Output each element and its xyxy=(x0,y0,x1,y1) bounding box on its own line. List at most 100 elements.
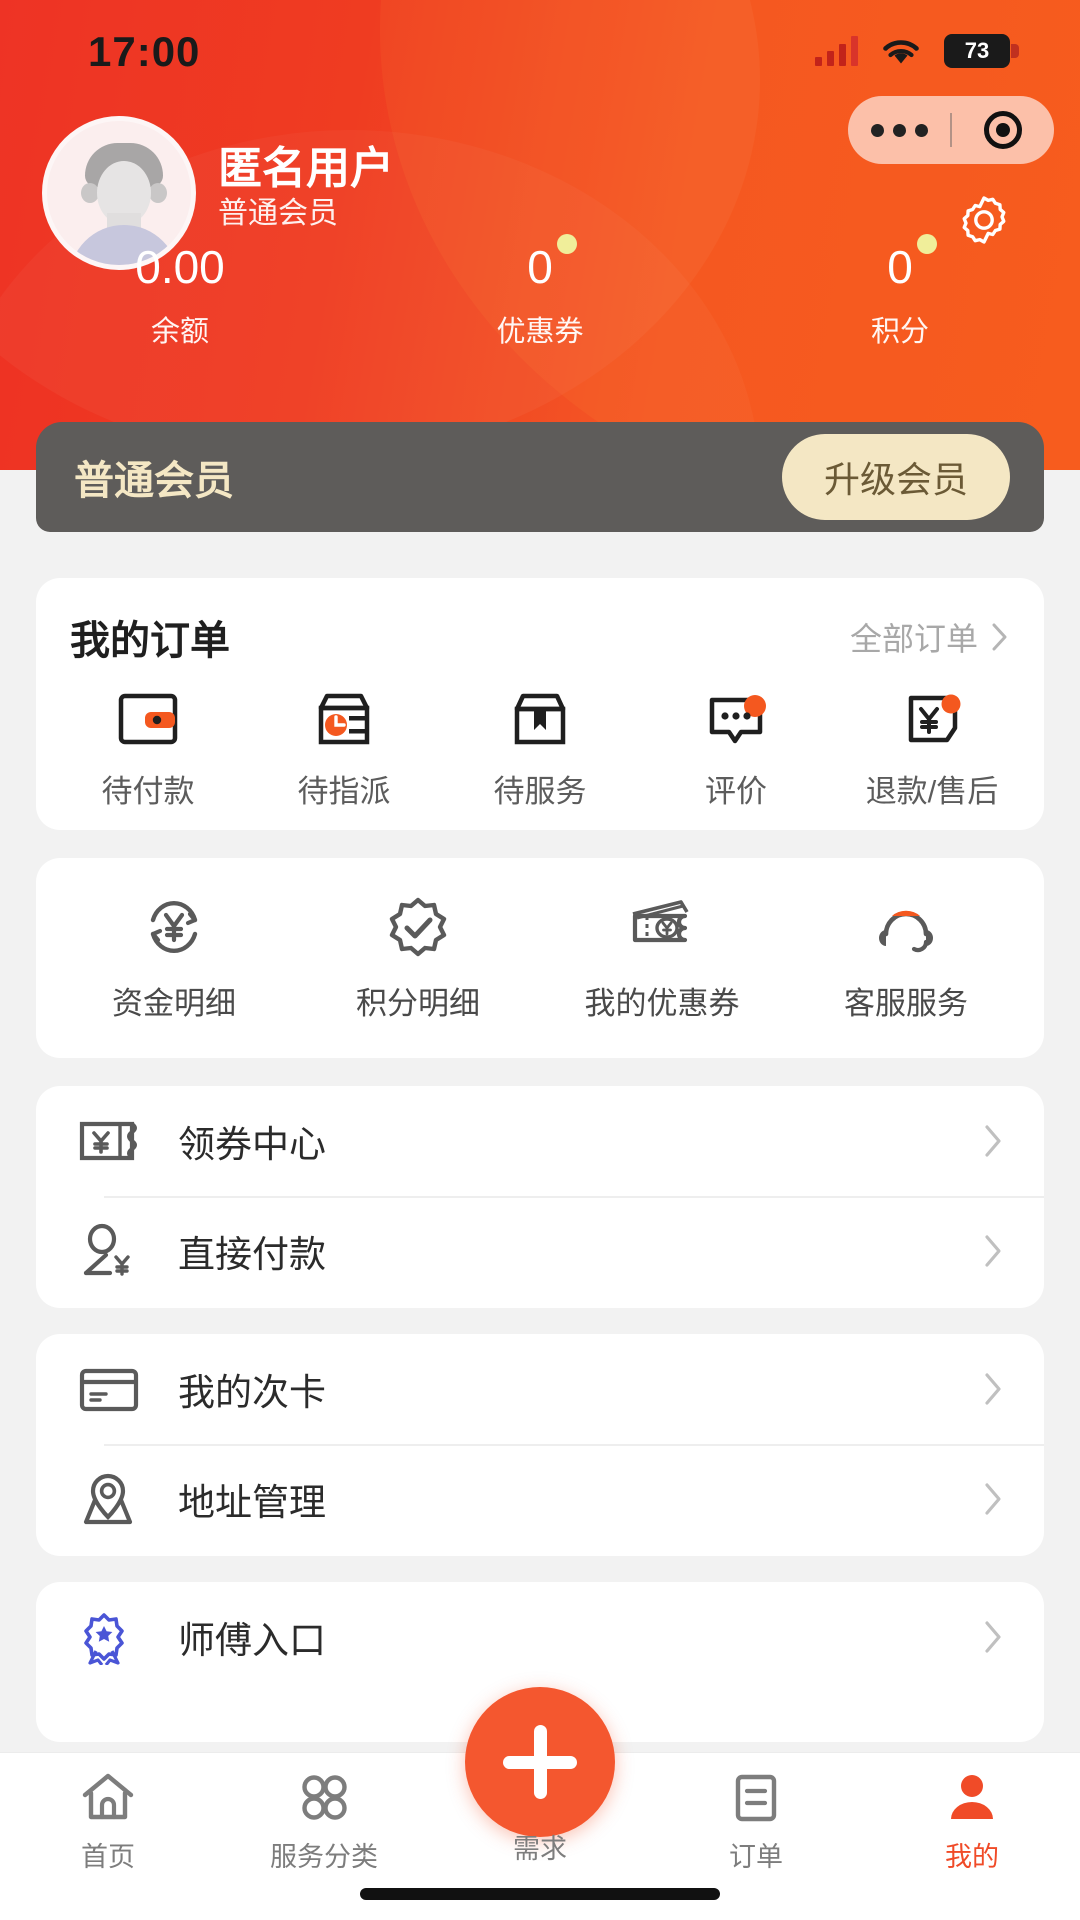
miniapp-capsule[interactable] xyxy=(848,96,1054,164)
app-screen: 17:00 73 匿名用户 普通会员 0.00 余额 0 优惠券 0 积分 普通… xyxy=(0,0,1080,1920)
badge-check-icon xyxy=(389,897,447,957)
service-fund-detail[interactable]: 资金明细 xyxy=(52,894,296,1023)
chevron-right-icon xyxy=(982,1371,1004,1407)
service-label: 我的优惠券 xyxy=(584,986,740,1021)
bottom-tab-bar: 首页 服务分类 需求 订单 我的 xyxy=(0,1687,1080,1920)
service-customer-support[interactable]: 客服服务 xyxy=(784,894,1028,1023)
stat-points-value: 0 xyxy=(887,241,913,293)
menu-item-master-entry[interactable]: 师傅入口 xyxy=(36,1582,1044,1692)
my-orders-header: 我的订单 全部订单 xyxy=(36,578,1044,666)
service-label: 资金明细 xyxy=(112,986,236,1021)
wifi-icon xyxy=(880,36,922,66)
menu-card-1: 领券中心 直接付款 xyxy=(36,1086,1044,1308)
tab-label: 首页 xyxy=(81,1842,135,1872)
headset-support-icon xyxy=(879,910,933,953)
card-icon xyxy=(76,1363,152,1415)
chevron-right-icon xyxy=(982,1233,1004,1269)
stats-row: 0.00 余额 0 优惠券 0 积分 xyxy=(0,234,1080,350)
home-icon xyxy=(82,1773,134,1820)
chevron-right-icon xyxy=(982,1481,1004,1517)
service-points-detail[interactable]: 积分明细 xyxy=(296,894,540,1023)
stat-coupon-label: 优惠券 xyxy=(496,316,584,348)
target-circle-icon[interactable] xyxy=(952,111,1054,149)
tab-orders[interactable]: 订单 xyxy=(648,1769,864,1874)
stat-points[interactable]: 0 积分 xyxy=(720,234,1080,350)
stat-balance-label: 余额 xyxy=(150,316,209,348)
all-orders-link[interactable]: 全部订单 xyxy=(850,614,1010,660)
order-status-pending-assign[interactable]: 待指派 xyxy=(246,688,442,811)
avatar-ear-right xyxy=(149,183,167,203)
package-bookmark-icon xyxy=(514,693,566,745)
tab-label: 服务分类 xyxy=(270,1842,378,1872)
battery-level: 73 xyxy=(964,38,990,63)
order-status-label: 评价 xyxy=(705,774,767,809)
order-status-label: 退款/售后 xyxy=(865,774,999,809)
service-label: 积分明细 xyxy=(356,986,480,1021)
quick-services-card: 资金明细 积分明细 我的优惠券 客服服务 xyxy=(36,858,1044,1058)
quick-services-row: 资金明细 积分明细 我的优惠券 客服服务 xyxy=(36,858,1044,1023)
all-orders-label: 全部订单 xyxy=(849,621,978,657)
order-status-label: 待指派 xyxy=(297,774,391,809)
order-status-review[interactable]: 评价 xyxy=(638,688,834,811)
stat-balance[interactable]: 0.00 余额 xyxy=(0,240,360,350)
username: 匿名用户 xyxy=(218,144,394,193)
tab-service-categories[interactable]: 服务分类 xyxy=(216,1769,432,1874)
stat-coupon-value: 0 xyxy=(527,241,553,293)
status-bar-time: 17:00 xyxy=(88,28,201,75)
refund-yuan-icon xyxy=(908,694,961,743)
chevron-right-icon xyxy=(982,1619,1004,1655)
assign-box-icon xyxy=(318,693,370,745)
service-label: 客服服务 xyxy=(844,986,968,1021)
order-status-label: 待服务 xyxy=(493,774,587,809)
location-pin-icon xyxy=(76,1470,152,1528)
home-indicator xyxy=(360,1888,720,1900)
order-status-refund[interactable]: 退款/售后 xyxy=(834,688,1030,811)
stat-points-label: 积分 xyxy=(870,316,929,348)
stat-balance-value: 0.00 xyxy=(135,241,225,293)
membership-title: 普通会员 xyxy=(74,459,234,503)
order-status-pending-service[interactable]: 待服务 xyxy=(442,688,638,811)
profile-header: 17:00 73 匿名用户 普通会员 0.00 余额 0 优惠券 0 积分 xyxy=(0,0,1080,470)
wallet-icon xyxy=(118,693,178,745)
grid-icon xyxy=(302,1775,347,1820)
menu-item-address-management[interactable]: 地址管理 xyxy=(36,1444,1044,1554)
plus-icon[interactable] xyxy=(465,1687,615,1837)
tab-label: 需求 xyxy=(513,1834,567,1864)
menu-item-coupon-center[interactable]: 领券中心 xyxy=(36,1086,1044,1196)
coupon-yuan-icon xyxy=(76,1116,152,1166)
menu-item-direct-payment[interactable]: 直接付款 xyxy=(36,1196,1044,1306)
order-status-pending-payment[interactable]: 待付款 xyxy=(50,688,246,811)
order-status-row: 待付款 待指派 待服务 评价 退款/售后 xyxy=(36,666,1044,811)
stat-coupon-dot xyxy=(556,234,577,254)
menu-item-label: 地址管理 xyxy=(178,1482,326,1523)
person-icon xyxy=(951,1775,993,1819)
member-level-label: 普通会员 xyxy=(218,197,338,230)
menu-item-my-pass-card[interactable]: 我的次卡 xyxy=(36,1334,1044,1444)
service-my-coupons[interactable]: 我的优惠券 xyxy=(540,894,784,1023)
tab-home[interactable]: 首页 xyxy=(0,1769,216,1874)
comment-bubble-icon xyxy=(709,695,766,744)
membership-card[interactable]: 普通会员 升级会员 xyxy=(36,422,1044,532)
coupon-ticket-icon xyxy=(632,900,689,943)
person-yuan-icon xyxy=(76,1223,152,1279)
master-badge-icon xyxy=(76,1609,152,1665)
signal-bars-icon xyxy=(815,36,858,66)
more-dots-icon[interactable] xyxy=(848,123,950,137)
menu-item-label: 师傅入口 xyxy=(178,1620,326,1661)
stat-points-dot xyxy=(916,234,937,254)
menu-item-label: 领券中心 xyxy=(178,1124,326,1165)
upgrade-membership-button[interactable]: 升级会员 xyxy=(781,434,1010,520)
tab-profile[interactable]: 我的 xyxy=(864,1769,1080,1874)
my-orders-title: 我的订单 xyxy=(70,619,230,663)
stat-coupon[interactable]: 0 优惠券 xyxy=(360,234,720,350)
order-list-icon xyxy=(735,1774,777,1822)
tab-label: 我的 xyxy=(945,1842,999,1872)
order-status-label: 待付款 xyxy=(101,774,195,809)
menu-card-2: 我的次卡 地址管理 xyxy=(36,1334,1044,1556)
battery-icon: 73 xyxy=(944,34,1019,68)
status-bar-indicators: 73 xyxy=(815,34,1019,68)
chevron-right-icon xyxy=(992,623,1007,651)
my-orders-card: 我的订单 全部订单 待付款 待指派 待服务 评价 退款/售后 xyxy=(36,578,1044,830)
status-bar: 17:00 73 xyxy=(0,0,1080,100)
yuan-refresh-icon xyxy=(150,901,198,953)
